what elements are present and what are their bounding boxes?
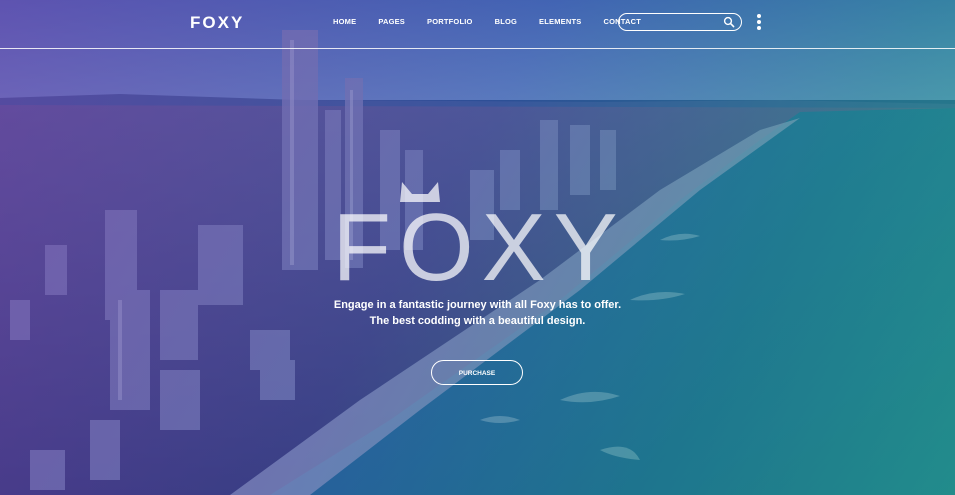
search-box: [618, 13, 742, 31]
search-icon[interactable]: [723, 16, 735, 28]
menu-dots-icon[interactable]: [755, 14, 763, 32]
main-menu: HOME PAGES PORTFOLIO BLOG ELEMENTS CONTA…: [322, 17, 652, 26]
search-input[interactable]: [627, 16, 727, 30]
nav-home[interactable]: HOME: [333, 17, 356, 26]
hero-tagline-line-2: The best codding with a beautiful design…: [369, 315, 586, 327]
hero-title: FOXY: [332, 182, 625, 284]
nav-elements[interactable]: ELEMENTS: [539, 17, 581, 26]
nav-pages[interactable]: PAGES: [378, 17, 405, 26]
hero-title-text: FOXY: [332, 194, 625, 284]
fox-ears-icon: [400, 182, 440, 202]
hero-tagline-line-1: Engage in a fantastic journey with all F…: [333, 299, 622, 311]
brand-logo-text: FOXY: [190, 13, 245, 32]
purchase-button[interactable]: PURCHASE: [431, 360, 523, 385]
nav-portfolio[interactable]: PORTFOLIO: [427, 17, 473, 26]
top-navbar: FOXY HOME PAGES PORTFOLIO BLOG ELEMENTS …: [0, 0, 955, 49]
nav-blog[interactable]: BLOG: [495, 17, 517, 26]
brand-logo[interactable]: FOXY: [190, 13, 244, 33]
